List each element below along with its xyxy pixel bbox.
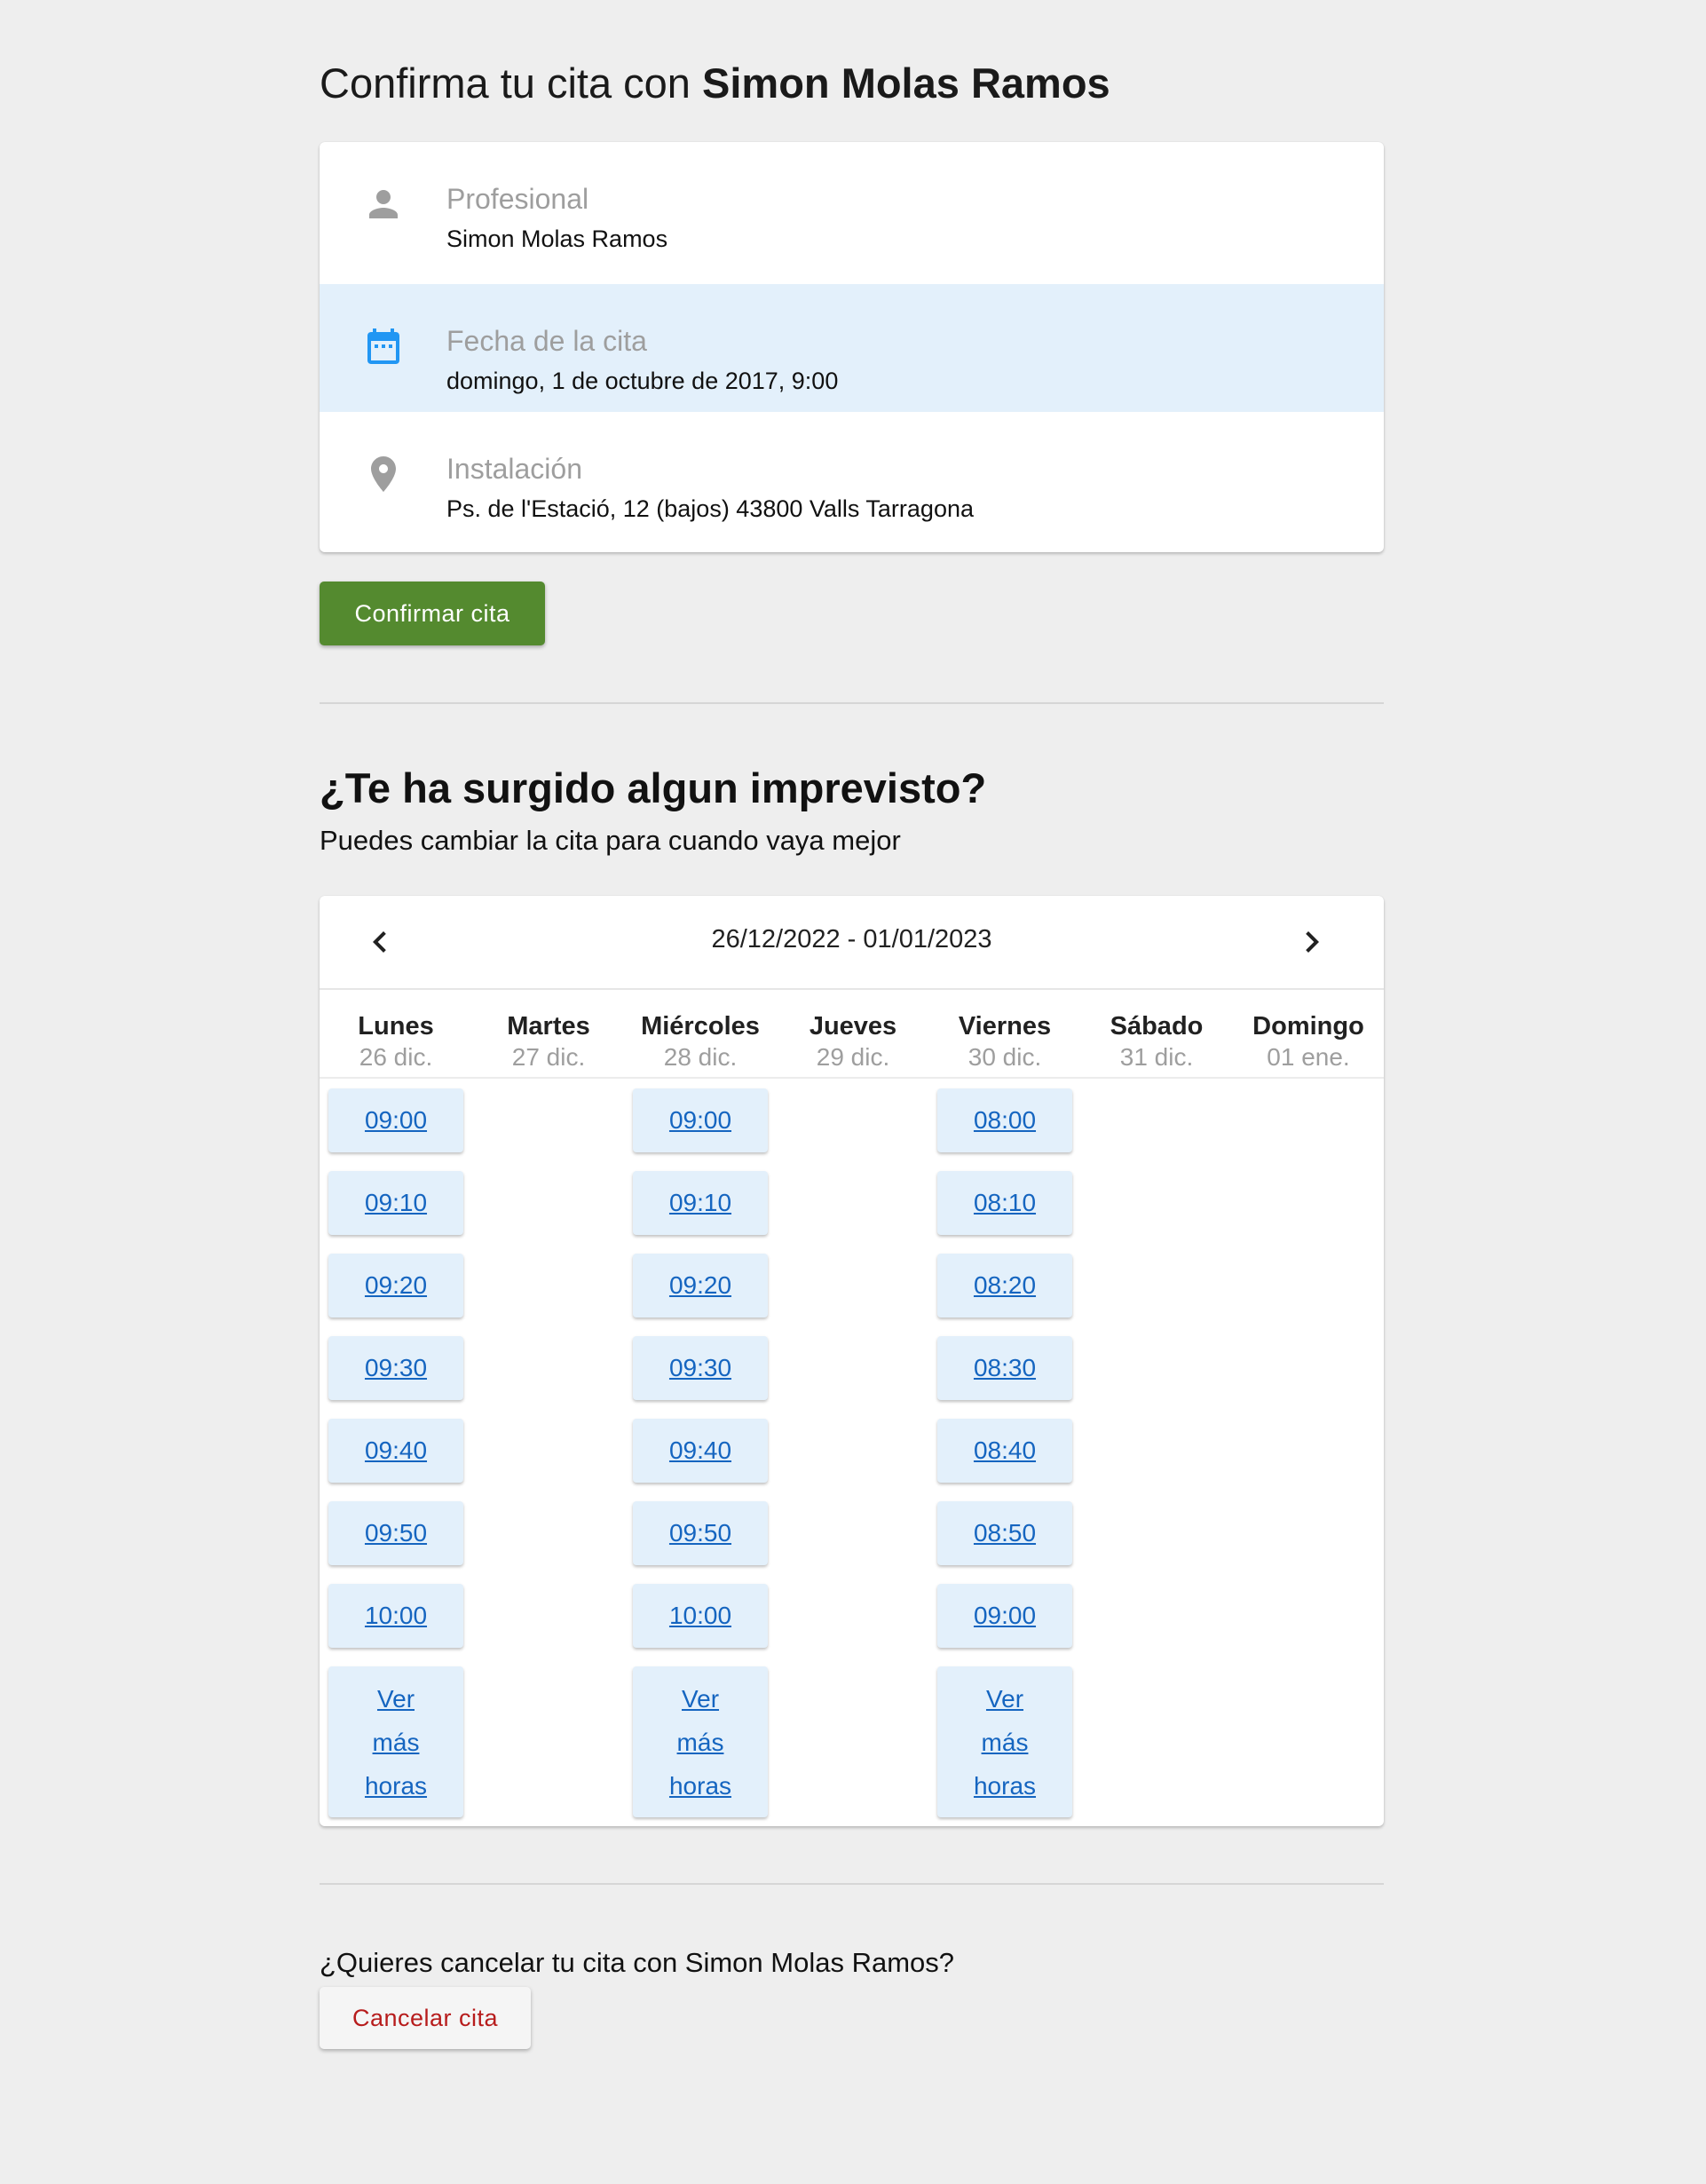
day-name: Jueves	[809, 1012, 897, 1041]
time-slot-button[interactable]: 08:40	[937, 1419, 1072, 1483]
page-title-prefix: Confirma tu cita con	[320, 59, 691, 107]
day-column-header: Miércoles 28 dic.	[624, 988, 777, 1072]
location-pin-icon	[362, 453, 405, 495]
day-date: 01 ene.	[1267, 1043, 1350, 1071]
location-value: Ps. de l'Estació, 12 (bajos) 43800 Valls…	[446, 495, 974, 522]
cancel-question: ¿Quieres cancelar tu cita con Simon Mola…	[320, 1947, 955, 1978]
day-column-header: Martes 27 dic.	[472, 988, 625, 1072]
see-more-hours-text: Ver	[681, 1684, 720, 1713]
detail-row-location: Instalación Ps. de l'Estació, 12 (bajos)…	[320, 412, 1384, 540]
see-more-hours-text: más	[676, 1728, 724, 1756]
day-name: Domingo	[1252, 1012, 1364, 1041]
time-slot-button[interactable]: 09:10	[633, 1171, 768, 1235]
location-label: Instalación	[446, 453, 582, 485]
see-more-hours-text: Ver	[985, 1684, 1024, 1713]
day-date: 27 dic.	[511, 1043, 586, 1071]
time-slot-button[interactable]: 08:10	[937, 1171, 1072, 1235]
day-name: Martes	[507, 1012, 590, 1041]
see-more-hours-text: horas	[364, 1771, 428, 1800]
time-slot-button[interactable]: 08:50	[937, 1501, 1072, 1565]
day-date: 31 dic.	[1119, 1043, 1194, 1071]
time-slot-button[interactable]: 09:00	[633, 1088, 768, 1152]
person-icon	[362, 183, 405, 226]
time-slot-button[interactable]: 10:00	[633, 1584, 768, 1648]
page-title-professional: Simon Molas Ramos	[702, 59, 1110, 107]
time-slot-button[interactable]: 09:20	[633, 1254, 768, 1318]
see-more-hours-text: Ver	[376, 1684, 415, 1713]
time-slot-button[interactable]: 09:00	[328, 1088, 463, 1152]
professional-value: Simon Molas Ramos	[446, 226, 668, 252]
calendar-icon	[362, 325, 405, 368]
reschedule-subtitle: Puedes cambiar la cita para cuando vaya …	[320, 825, 901, 856]
time-slot-button[interactable]: 09:30	[633, 1336, 768, 1400]
day-header-row: Lunes 26 dic. Martes 27 dic. Miércoles 28 dic…	[320, 988, 1384, 1079]
see-more-hours-text: más	[981, 1728, 1029, 1756]
time-slot-button[interactable]: 08:20	[937, 1254, 1072, 1318]
time-slot-button[interactable]: 09:10	[328, 1171, 463, 1235]
day-date: 30 dic.	[968, 1043, 1042, 1071]
day-name: Lunes	[358, 1012, 434, 1041]
detail-row-professional: Profesional Simon Molas Ramos	[320, 142, 1384, 270]
see-more-hours-text: horas	[973, 1771, 1037, 1800]
next-week-button[interactable]	[1291, 921, 1333, 963]
calendar-navigation: 26/12/2022 - 01/01/2023	[320, 896, 1384, 990]
page-title: Confirma tu cita con Simon Molas Ramos	[320, 59, 1110, 107]
time-slot-button[interactable]: 10:00	[328, 1584, 463, 1648]
see-more-hours-button[interactable]: Ver más horas	[937, 1666, 1072, 1817]
day-name: Miércoles	[641, 1012, 760, 1041]
day-date: 26 dic.	[359, 1043, 433, 1071]
time-slot-button[interactable]: 09:00	[937, 1584, 1072, 1648]
detail-row-date: Fecha de la cita domingo, 1 de octubre d…	[320, 284, 1384, 412]
time-slot-button[interactable]: 09:40	[328, 1419, 463, 1483]
date-label: Fecha de la cita	[446, 325, 647, 357]
day-name: Sábado	[1110, 1012, 1204, 1041]
reschedule-heading: ¿Te ha surgido algun imprevisto?	[320, 764, 987, 811]
divider-bottom	[320, 1883, 1384, 1885]
time-slot-button[interactable]: 09:40	[633, 1419, 768, 1483]
time-slot-button[interactable]: 09:50	[328, 1501, 463, 1565]
time-slot-button[interactable]: 09:20	[328, 1254, 463, 1318]
day-column-header: Viernes 30 dic.	[928, 988, 1081, 1072]
see-more-hours-text: más	[372, 1728, 420, 1756]
chevron-right-icon	[1306, 931, 1319, 953]
cancel-appointment-button[interactable]: Cancelar cita	[320, 1987, 531, 2049]
see-more-hours-button[interactable]: Ver más horas	[328, 1666, 463, 1817]
date-value: domingo, 1 de octubre de 2017, 9:00	[446, 368, 839, 394]
divider-top	[320, 702, 1384, 704]
confirm-appointment-button[interactable]: Confirmar cita	[320, 582, 545, 645]
day-column-header: Sábado 31 dic.	[1080, 988, 1233, 1072]
reschedule-calendar: 26/12/2022 - 01/01/2023 Lunes 26 dic. Mart…	[320, 896, 1384, 1826]
day-column-header: Jueves 29 dic.	[777, 988, 929, 1072]
time-slot-button[interactable]: 09:50	[633, 1501, 768, 1565]
day-date: 28 dic.	[663, 1043, 738, 1071]
time-slot-button[interactable]: 08:00	[937, 1088, 1072, 1152]
day-name: Viernes	[958, 1012, 1052, 1041]
see-more-hours-text: horas	[668, 1771, 732, 1800]
time-slot-button[interactable]: 09:30	[328, 1336, 463, 1400]
see-more-hours-button[interactable]: Ver más horas	[633, 1666, 768, 1817]
professional-label: Profesional	[446, 183, 589, 215]
time-slot-button[interactable]: 08:30	[937, 1336, 1072, 1400]
week-range-label: 26/12/2022 - 01/01/2023	[711, 925, 992, 954]
day-date: 29 dic.	[816, 1043, 890, 1071]
day-column-header: Lunes 26 dic.	[320, 988, 472, 1072]
appointment-details-card: Profesional Simon Molas Ramos Fecha de l…	[320, 142, 1384, 552]
day-column-header: Domingo 01 ene.	[1232, 988, 1384, 1072]
